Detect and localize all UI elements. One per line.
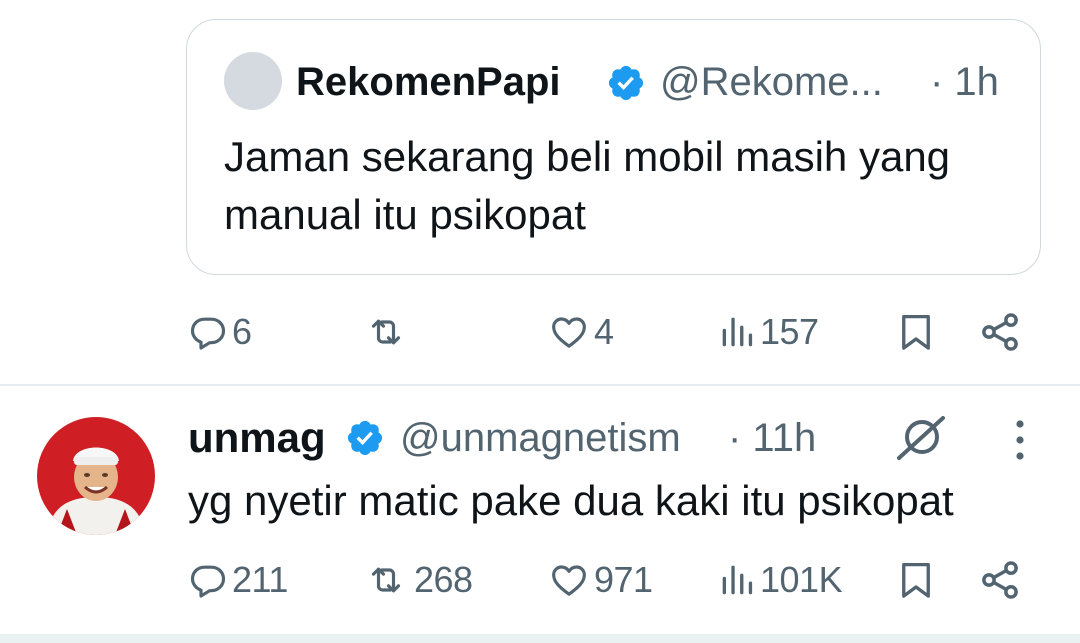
share-icon: [982, 313, 1018, 351]
repost-icon: [371, 567, 401, 593]
bookmark-button[interactable]: [895, 308, 937, 356]
bookmark-button[interactable]: [895, 556, 937, 604]
reply-icon: [190, 317, 226, 350]
views-button[interactable]: 101K: [718, 556, 843, 604]
repost-button[interactable]: [362, 308, 410, 356]
bookmark-icon: [902, 562, 930, 598]
repost-icon: [371, 319, 401, 345]
share-icon: [982, 561, 1018, 599]
reply-count: 6: [232, 311, 252, 352]
more-vertical-icon[interactable]: [1010, 418, 1030, 462]
verified-badge-icon: [347, 420, 383, 456]
views-button[interactable]: 157: [718, 308, 819, 356]
tweet-divider: [0, 384, 1080, 386]
reply-icon: [190, 565, 226, 598]
avatar-image: [37, 417, 155, 535]
quoted-author-handle[interactable]: @Rekome...: [660, 58, 905, 106]
quoted-avatar[interactable]: [224, 52, 282, 110]
quoted-timestamp[interactable]: · 1h: [930, 58, 999, 106]
avatar[interactable]: [37, 417, 155, 535]
quoted-author-name[interactable]: RekomenPapi: [296, 58, 561, 106]
repost-button[interactable]: 268: [362, 556, 473, 604]
share-button[interactable]: [978, 308, 1022, 356]
like-button[interactable]: 971: [548, 556, 653, 604]
like-button[interactable]: 4: [548, 308, 614, 356]
share-button[interactable]: [978, 556, 1022, 604]
repost-count: 268: [414, 559, 473, 600]
reply-button[interactable]: 211: [188, 556, 288, 604]
grok-icon[interactable]: [893, 414, 951, 462]
author-handle[interactable]: @unmagnetism: [400, 413, 681, 463]
like-count: 4: [594, 311, 614, 352]
views-icon: [722, 317, 753, 347]
author-name[interactable]: unmag: [188, 413, 326, 463]
views-icon: [722, 565, 753, 595]
bottom-separator: [0, 634, 1080, 643]
heart-icon: [552, 565, 586, 596]
tweet-text: yg nyetir matic pake dua kaki itu psikop…: [188, 477, 954, 524]
reply-count: 211: [232, 559, 288, 600]
reply-button[interactable]: 6: [188, 308, 252, 356]
heart-icon: [552, 317, 586, 348]
bookmark-icon: [902, 314, 930, 350]
view-count: 101K: [760, 559, 843, 600]
quoted-tweet-text: Jaman sekarang beli mobil masih yang man…: [224, 133, 951, 238]
verified-badge-icon: [608, 65, 644, 101]
timestamp[interactable]: · 11h: [728, 413, 816, 463]
like-count: 971: [594, 559, 653, 600]
view-count: 157: [760, 311, 819, 352]
